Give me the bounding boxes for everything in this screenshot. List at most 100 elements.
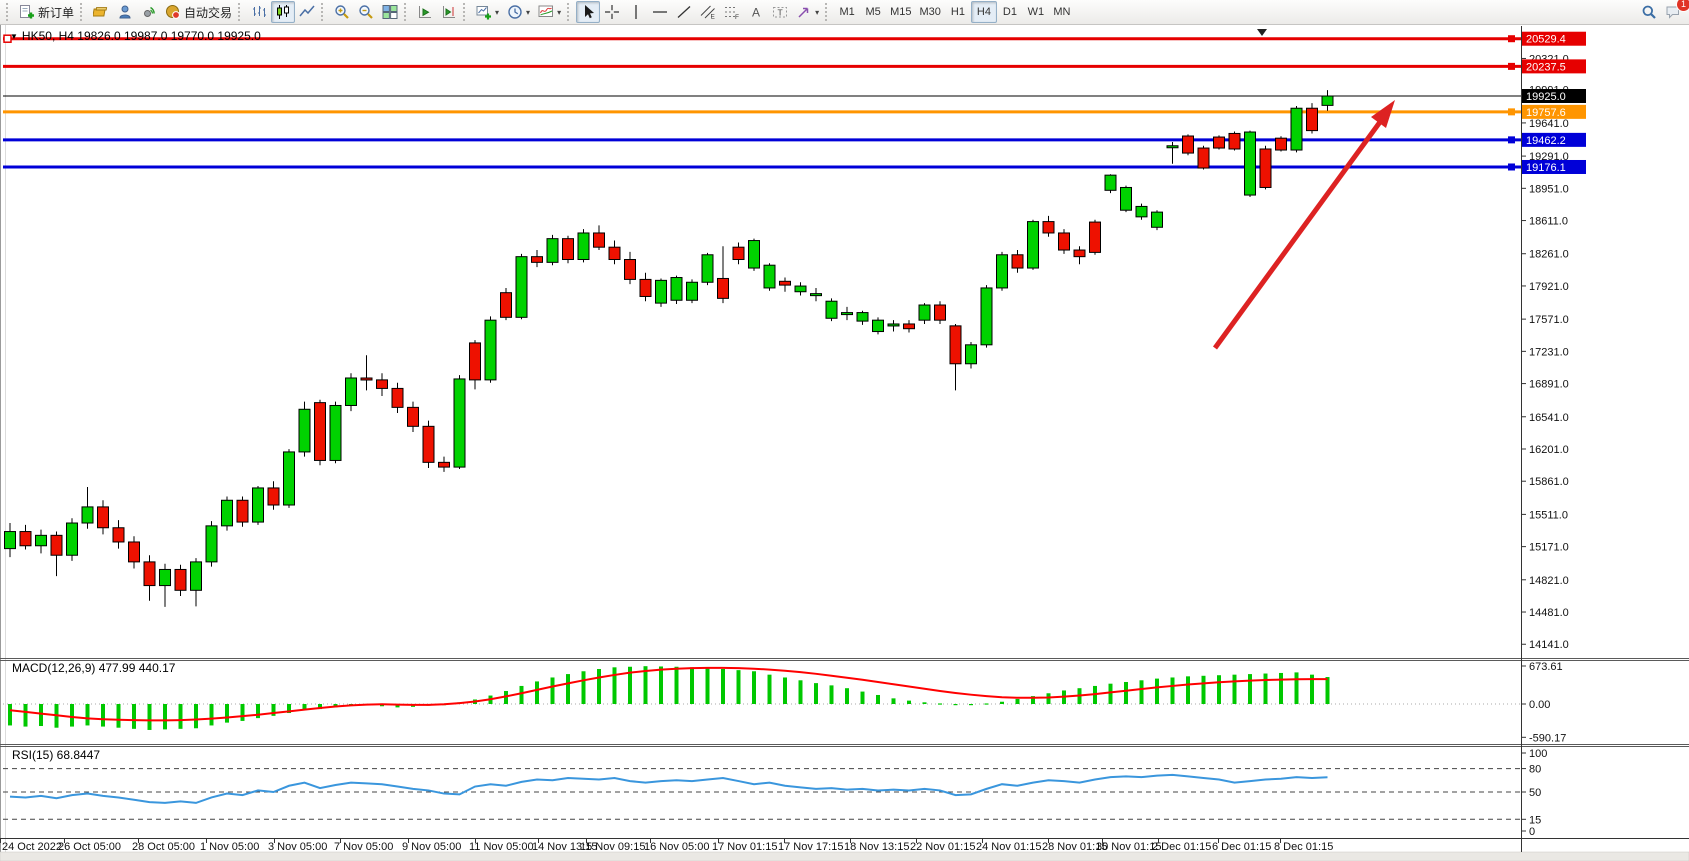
candle-52 xyxy=(811,294,822,296)
new-chart-button[interactable]: ▾ xyxy=(472,1,503,23)
chart-background[interactable] xyxy=(0,25,1689,861)
toolbar-group-grip[interactable] xyxy=(238,3,243,21)
tf-h4-button[interactable]: H4 xyxy=(971,1,997,23)
tf-mn-button[interactable]: MN xyxy=(1049,1,1075,23)
candle-65 xyxy=(1012,255,1023,268)
red-resistance-line-1-handle[interactable] xyxy=(1508,35,1515,42)
candle-85 xyxy=(1322,96,1333,105)
toolbar-group-grip[interactable] xyxy=(825,3,830,21)
fibonacci-button[interactable]: F xyxy=(720,1,744,23)
tf-m1-button[interactable]: M1 xyxy=(834,1,860,23)
new-order-button[interactable]: 新订单 xyxy=(15,1,78,23)
dropdown-caret-icon[interactable]: ▾ xyxy=(557,8,561,17)
cursor-button[interactable] xyxy=(576,1,600,23)
notifications-button[interactable]: 1 xyxy=(1661,1,1685,23)
candle-47 xyxy=(733,247,744,259)
candle-75 xyxy=(1167,146,1178,148)
price-tick-label: 15511.0 xyxy=(1529,509,1568,521)
toolbar-group-grip[interactable] xyxy=(567,3,572,21)
orange-support-line-handle[interactable] xyxy=(1508,108,1515,115)
chart-shift-icon xyxy=(441,4,457,20)
text-label-button[interactable]: T xyxy=(768,1,792,23)
candle-63 xyxy=(981,288,992,345)
tf-m5-button[interactable]: M5 xyxy=(860,1,886,23)
chart-shift-button[interactable] xyxy=(437,1,461,23)
line-chart-button[interactable] xyxy=(295,1,319,23)
candle-13 xyxy=(206,526,217,562)
macd-tick-label: 673.61 xyxy=(1529,661,1563,673)
candle-34 xyxy=(532,257,543,263)
channel-button[interactable]: E xyxy=(696,1,720,23)
tf-m15-button[interactable]: M15 xyxy=(886,1,915,23)
candle-15 xyxy=(237,500,248,522)
channel-icon: E xyxy=(700,4,716,20)
market-watch-button[interactable] xyxy=(89,1,113,23)
navigator-button[interactable] xyxy=(137,1,161,23)
bar-chart-button[interactable] xyxy=(247,1,271,23)
candle-41 xyxy=(640,279,651,296)
candle-24 xyxy=(377,380,388,389)
zoom-out-button[interactable] xyxy=(354,1,378,23)
auto-trading-button-label: 自动交易 xyxy=(184,4,232,21)
zoom-in-icon xyxy=(334,4,350,20)
candle-5 xyxy=(82,507,93,523)
red-resistance-line-2-handle[interactable] xyxy=(1508,63,1515,70)
dropdown-caret-icon[interactable]: ▾ xyxy=(495,8,499,17)
candle-33 xyxy=(516,257,527,318)
candlestick-button[interactable] xyxy=(271,1,295,23)
line-chart-icon xyxy=(299,4,315,20)
arrows-button[interactable]: ▾ xyxy=(792,1,823,23)
symbol-dropdown-icon[interactable]: ▼ xyxy=(10,32,18,41)
horizontal-line-button[interactable] xyxy=(648,1,672,23)
vertical-line-button[interactable] xyxy=(624,1,648,23)
candle-30 xyxy=(470,343,481,380)
date-tick-label: 26 Oct 05:00 xyxy=(58,841,121,853)
dropdown-caret-icon[interactable]: ▾ xyxy=(815,8,819,17)
date-tick-label: 1 Nov 05:00 xyxy=(200,841,259,853)
text-button[interactable]: A xyxy=(744,1,768,23)
candle-27 xyxy=(423,426,434,462)
toolbar-group-grip[interactable] xyxy=(321,3,326,21)
chart-canvas[interactable]: 20321.019991.019641.019291.018951.018611… xyxy=(0,0,1689,861)
price-tick-label: 17231.0 xyxy=(1529,346,1569,358)
zoom-out-icon xyxy=(358,4,374,20)
toolbar-group-grip[interactable] xyxy=(463,3,468,21)
macd-tick-label: 0.00 xyxy=(1529,699,1550,711)
date-tick-label: 24 Nov 01:15 xyxy=(976,841,1041,853)
price-tick-label: 15861.0 xyxy=(1529,476,1569,488)
price-tick-label: 15171.0 xyxy=(1529,542,1569,554)
date-tick-label: 17 Nov 01:15 xyxy=(712,841,777,853)
auto-scroll-button[interactable] xyxy=(413,1,437,23)
tf-d1-button[interactable]: D1 xyxy=(997,1,1023,23)
crosshair-button[interactable] xyxy=(600,1,624,23)
tf-w1-button[interactable]: W1 xyxy=(1023,1,1049,23)
price-tick-label: 18611.0 xyxy=(1529,216,1568,228)
blue-support-line-1-handle[interactable] xyxy=(1508,136,1515,143)
price-tick-label: 19641.0 xyxy=(1529,118,1569,130)
dropdown-caret-icon[interactable]: ▾ xyxy=(526,8,530,17)
search-button[interactable] xyxy=(1637,1,1661,23)
candle-83 xyxy=(1291,108,1302,150)
crosshair-icon xyxy=(604,4,620,20)
candle-6 xyxy=(98,507,109,528)
tile-windows-button[interactable] xyxy=(378,1,402,23)
blue-support-line-2-handle[interactable] xyxy=(1508,163,1515,170)
toolbar-group-grip[interactable] xyxy=(404,3,409,21)
zoom-in-button[interactable] xyxy=(330,1,354,23)
candle-48 xyxy=(749,241,760,268)
bottom-strip xyxy=(0,852,1689,861)
candle-18 xyxy=(284,452,295,505)
data-window-button[interactable] xyxy=(113,1,137,23)
trendline-button[interactable] xyxy=(672,1,696,23)
candle-36 xyxy=(563,239,574,260)
fibo-icon: F xyxy=(724,4,740,20)
indicators-button[interactable]: ▾ xyxy=(534,1,565,23)
tf-m30-button[interactable]: M30 xyxy=(916,1,945,23)
auto-trading-button[interactable]: 自动交易 xyxy=(161,1,236,23)
toolbar-group-grip[interactable] xyxy=(80,3,85,21)
tf-h1-button[interactable]: H1 xyxy=(945,1,971,23)
period-button[interactable]: ▾ xyxy=(503,1,534,23)
bar-chart-icon xyxy=(251,4,267,20)
toolbar-group-grip[interactable] xyxy=(6,3,11,21)
candle-84 xyxy=(1307,108,1318,130)
